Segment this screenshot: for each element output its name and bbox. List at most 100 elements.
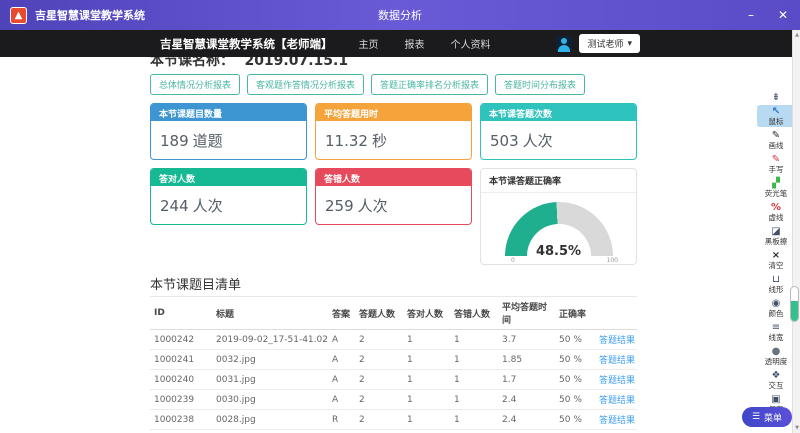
- report-buttons-row: 总体情况分析报表 客观题作答情况分析报表 答题正确率排名分析报表 答题时间分布报…: [150, 74, 585, 95]
- avg-answer-time: 2.4: [498, 390, 555, 410]
- tool-handwriting[interactable]: ✎ 手写: [757, 153, 795, 175]
- line-shape-icon: ⊔: [759, 274, 793, 285]
- card-value: 11.32: [325, 132, 368, 150]
- menu-button-label: 菜单: [764, 411, 782, 424]
- card-title: 本节课题目数量: [151, 104, 306, 121]
- menu-button[interactable]: ☰ 菜单: [742, 407, 792, 427]
- draw-line-icon: ✎: [759, 130, 793, 141]
- wrong-count: 1: [450, 370, 498, 390]
- question-table: ID 标题 答案 答题人数 答对人数 答错人数 平均答题时间 正确率 10002…: [150, 296, 637, 433]
- col-answer: 答案: [328, 297, 355, 330]
- nav-item-reports[interactable]: 报表: [405, 36, 425, 51]
- answer-result-link[interactable]: 答题结果: [599, 356, 635, 366]
- card-question-count: 本节课题目数量 189道题: [150, 103, 307, 160]
- tool-clear[interactable]: × 清空: [757, 249, 795, 271]
- navbar: 吉星智慧课堂教学系统【老师端】 主页 报表 个人资料 测试老师 ▾: [0, 30, 800, 57]
- correct-rate: 50 %: [555, 390, 595, 410]
- gauge-card-correct-rate: 本节课答题正确率 0 100 48.5%: [480, 168, 637, 265]
- tool-opacity[interactable]: ● 透明度: [757, 345, 795, 367]
- question-title: 2019-09-02_17-51-41.0278.jpg: [212, 330, 328, 350]
- minimize-button[interactable]: –: [742, 8, 760, 22]
- scroll-up-icon[interactable]: ▲: [793, 32, 800, 38]
- report-button-time-dist[interactable]: 答题时间分布报表: [495, 74, 585, 95]
- wrong-count: 1: [450, 390, 498, 410]
- question-title: 0031.jpg: [212, 370, 328, 390]
- card-value: 503: [490, 132, 519, 150]
- card-wrong-count: 答错人数 259人次: [315, 168, 472, 225]
- report-button-objective[interactable]: 客观题作答情况分析报表: [247, 74, 364, 95]
- table-row: 1000238 0028.jpg R 2 1 1 2.4 50 % 答题结果: [150, 410, 637, 430]
- question-answer: A: [328, 390, 355, 410]
- col-rate: 正确率: [555, 297, 595, 330]
- col-correct: 答对人数: [403, 297, 450, 330]
- report-button-ranking[interactable]: 答题正确率排名分析报表: [371, 74, 488, 95]
- avg-answer-time: 3.7: [498, 330, 555, 350]
- question-answer: R: [328, 410, 355, 430]
- card-unit: 人次: [193, 197, 223, 215]
- question-title: 0032.jpg: [212, 350, 328, 370]
- tool-interact[interactable]: ❖ 交互: [757, 369, 795, 391]
- question-answer: A: [328, 370, 355, 390]
- answer-result-link[interactable]: 答题结果: [599, 396, 635, 406]
- table-row: 1000240 0031.jpg A 2 1 1 1.7 50 % 答题结果: [150, 370, 637, 390]
- correct-count: 1: [403, 330, 450, 350]
- table-row: 1000237 0029.jpg W 2 2 0 9.05 100 % 答题结果: [150, 430, 637, 433]
- nav-item-home[interactable]: 主页: [359, 36, 379, 51]
- answer-result-link[interactable]: 答题结果: [599, 376, 635, 386]
- line-width-icon: ≡: [759, 322, 793, 333]
- wrong-count: 0: [450, 430, 498, 433]
- wrong-count: 1: [450, 350, 498, 370]
- wrong-count: 1: [450, 410, 498, 430]
- card-answer-count: 本节课答题次数 503人次: [480, 103, 637, 160]
- scroll-down-icon[interactable]: ▼: [793, 425, 800, 431]
- user-name: 测试老师: [587, 37, 623, 50]
- answer-count: 2: [355, 330, 403, 350]
- answer-result-link[interactable]: 答题结果: [599, 336, 635, 346]
- window-title: 数据分析: [378, 7, 422, 23]
- nav-item-profile[interactable]: 个人资料: [451, 36, 491, 51]
- titlebar: ▲ 吉星智慧课堂教学系统 数据分析 – ✕: [0, 0, 800, 30]
- close-button[interactable]: ✕: [774, 8, 792, 22]
- answer-count: 2: [355, 430, 403, 433]
- eraser-icon: ◪: [759, 226, 793, 237]
- correct-rate: 50 %: [555, 410, 595, 430]
- question-answer: A: [328, 350, 355, 370]
- question-title: 0029.jpg: [212, 430, 328, 433]
- question-id: 1000238: [150, 410, 212, 430]
- tool-draw-line[interactable]: ✎ 画线: [757, 129, 795, 151]
- card-value: 189: [160, 132, 189, 150]
- user-menu-button[interactable]: 测试老师 ▾: [579, 34, 640, 53]
- table-header-row: ID 标题 答案 答题人数 答对人数 答错人数 平均答题时间 正确率: [150, 297, 637, 330]
- interact-blocks-icon: ❖: [759, 370, 793, 381]
- col-action: [595, 297, 637, 330]
- question-id: 1000239: [150, 390, 212, 410]
- answer-count: 2: [355, 410, 403, 430]
- avg-answer-time: 1.7: [498, 370, 555, 390]
- tool-eraser[interactable]: ◪ 黑板擦: [757, 225, 795, 247]
- col-id: ID: [150, 297, 212, 330]
- col-avg-time: 平均答题时间: [498, 297, 555, 330]
- highlighter-icon: ▞: [759, 178, 793, 189]
- navbar-brand: 吉星智慧课堂教学系统【老师端】: [160, 36, 333, 52]
- toolbar-collapse-icon[interactable]: ⇟: [757, 92, 795, 103]
- card-value: 244: [160, 197, 189, 215]
- tool-highlighter[interactable]: ▞ 荧光笔: [757, 177, 795, 199]
- question-answer: W: [328, 430, 355, 433]
- answer-result-link[interactable]: 答题结果: [599, 416, 635, 426]
- scrollbar-thumb-fill: [791, 301, 798, 321]
- scrollbar[interactable]: ▲ ▼: [792, 30, 800, 433]
- question-id: 1000237: [150, 430, 212, 433]
- card-title: 答错人数: [316, 169, 471, 186]
- tool-mouse[interactable]: ↖ 鼠标: [757, 105, 795, 127]
- dashed-line-icon: %: [759, 202, 793, 213]
- app-logo-icon: ▲: [10, 7, 27, 24]
- answer-count: 2: [355, 350, 403, 370]
- col-answerers: 答题人数: [355, 297, 403, 330]
- report-button-overall[interactable]: 总体情况分析报表: [150, 74, 240, 95]
- tool-line-width[interactable]: ≡ 线宽: [757, 321, 795, 343]
- tool-dashed-line[interactable]: % 虚线: [757, 201, 795, 223]
- user-avatar: [556, 36, 572, 52]
- scrollbar-thumb[interactable]: [790, 286, 799, 322]
- clear-x-icon: ×: [759, 250, 793, 261]
- hamburger-icon: ☰: [752, 412, 760, 422]
